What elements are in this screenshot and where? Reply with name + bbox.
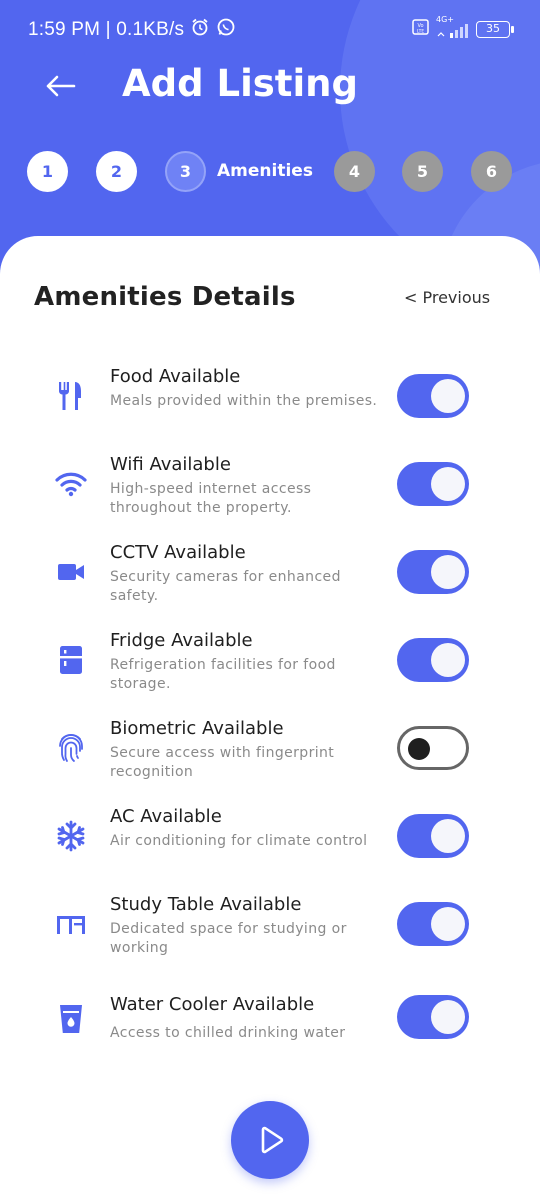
play-icon <box>261 1126 284 1154</box>
amenity-title: Biometric Available <box>110 718 284 739</box>
next-button[interactable] <box>231 1101 309 1179</box>
wifi-icon <box>52 465 90 503</box>
step-6[interactable]: 6 <box>471 151 512 192</box>
toggle-knob <box>431 643 465 677</box>
toggle-knob <box>431 819 465 853</box>
whatsapp-icon <box>216 17 236 42</box>
amenity-description: Secure access with fingerprint recogniti… <box>110 745 335 780</box>
toggle-knob <box>408 738 430 760</box>
amenity-title: CCTV Available <box>110 542 246 563</box>
toggle-knob <box>431 1000 465 1034</box>
amenity-description: Access to chilled drinking water <box>110 1025 346 1041</box>
amenity-description: Air conditioning for climate control <box>110 833 368 849</box>
step-3[interactable]: 3 <box>165 151 206 192</box>
ac-toggle[interactable] <box>397 814 469 858</box>
status-right: Vo LTE 4G+ 35 <box>412 15 514 41</box>
arrow-left-icon <box>46 75 76 97</box>
amenity-title: Water Cooler Available <box>110 994 315 1015</box>
step-1[interactable]: 1 <box>27 151 68 192</box>
camera-icon <box>52 553 90 591</box>
biometric-toggle[interactable] <box>397 726 469 770</box>
status-bar: 1:59 PM | 0.1KB/s Vo LTE 4G+ 35 <box>0 0 540 56</box>
water-glass-icon <box>52 1000 90 1038</box>
signal-icon: 4G+ <box>436 15 470 39</box>
fingerprint-icon <box>52 729 90 767</box>
fridge-icon <box>52 641 90 679</box>
amenity-title: Wifi Available <box>110 454 231 475</box>
amenity-description: Security cameras for enhanced safety. <box>110 569 341 604</box>
previous-link[interactable]: < Previous <box>404 288 490 307</box>
amenity-food: Food Available Meals provided within the… <box>0 366 540 446</box>
study-table-toggle[interactable] <box>397 902 469 946</box>
amenity-description: Refrigeration facilities for food storag… <box>110 657 336 692</box>
amenity-study-table: Study Table Available Dedicated space fo… <box>0 894 540 974</box>
alarm-icon <box>190 17 210 42</box>
fridge-toggle[interactable] <box>397 638 469 682</box>
toggle-knob <box>431 555 465 589</box>
page-title: Add Listing <box>122 62 358 105</box>
current-step-label: Amenities <box>217 161 313 181</box>
svg-text:Vo: Vo <box>417 23 423 29</box>
amenity-cctv: CCTV Available Security cameras for enha… <box>0 542 540 622</box>
toggle-knob <box>431 907 465 941</box>
section-title: Amenities Details <box>34 282 296 312</box>
food-toggle[interactable] <box>397 374 469 418</box>
stepper: 1 2 3 Amenities 4 5 6 <box>0 151 540 193</box>
amenity-title: Food Available <box>110 366 241 387</box>
status-left: 1:59 PM | 0.1KB/s <box>28 17 236 42</box>
back-button[interactable] <box>38 66 82 106</box>
amenity-title: Study Table Available <box>110 894 302 915</box>
amenity-description: Meals provided within the premises. <box>110 393 378 409</box>
amenity-fridge: Fridge Available Refrigeration facilitie… <box>0 630 540 710</box>
water-cooler-toggle[interactable] <box>397 995 469 1039</box>
status-time-speed: 1:59 PM | 0.1KB/s <box>28 18 185 40</box>
amenity-title: AC Available <box>110 806 222 827</box>
toggle-knob <box>431 379 465 413</box>
svg-text:LTE: LTE <box>417 29 425 35</box>
snowflake-icon <box>52 817 90 855</box>
toggle-knob <box>431 467 465 501</box>
step-4[interactable]: 4 <box>334 151 375 192</box>
cctv-toggle[interactable] <box>397 550 469 594</box>
food-icon <box>52 377 90 415</box>
amenity-description: High-speed internet access throughout th… <box>110 481 312 516</box>
step-2[interactable]: 2 <box>96 151 137 192</box>
battery-indicator: 35 <box>476 21 514 38</box>
wifi-toggle[interactable] <box>397 462 469 506</box>
step-5[interactable]: 5 <box>402 151 443 192</box>
amenity-wifi: Wifi Available High-speed internet acces… <box>0 454 540 534</box>
amenity-description: Dedicated space for studying or working <box>110 921 347 956</box>
volte-icon: Vo LTE <box>412 18 430 41</box>
amenity-water-cooler: Water Cooler Available Access to chilled… <box>0 994 540 1074</box>
amenity-title: Fridge Available <box>110 630 253 651</box>
amenity-ac: AC Available Air conditioning for climat… <box>0 806 540 886</box>
network-type: 4G+ <box>436 14 454 24</box>
desk-icon <box>52 905 90 943</box>
amenity-biometric: Biometric Available Secure access with f… <box>0 718 540 798</box>
